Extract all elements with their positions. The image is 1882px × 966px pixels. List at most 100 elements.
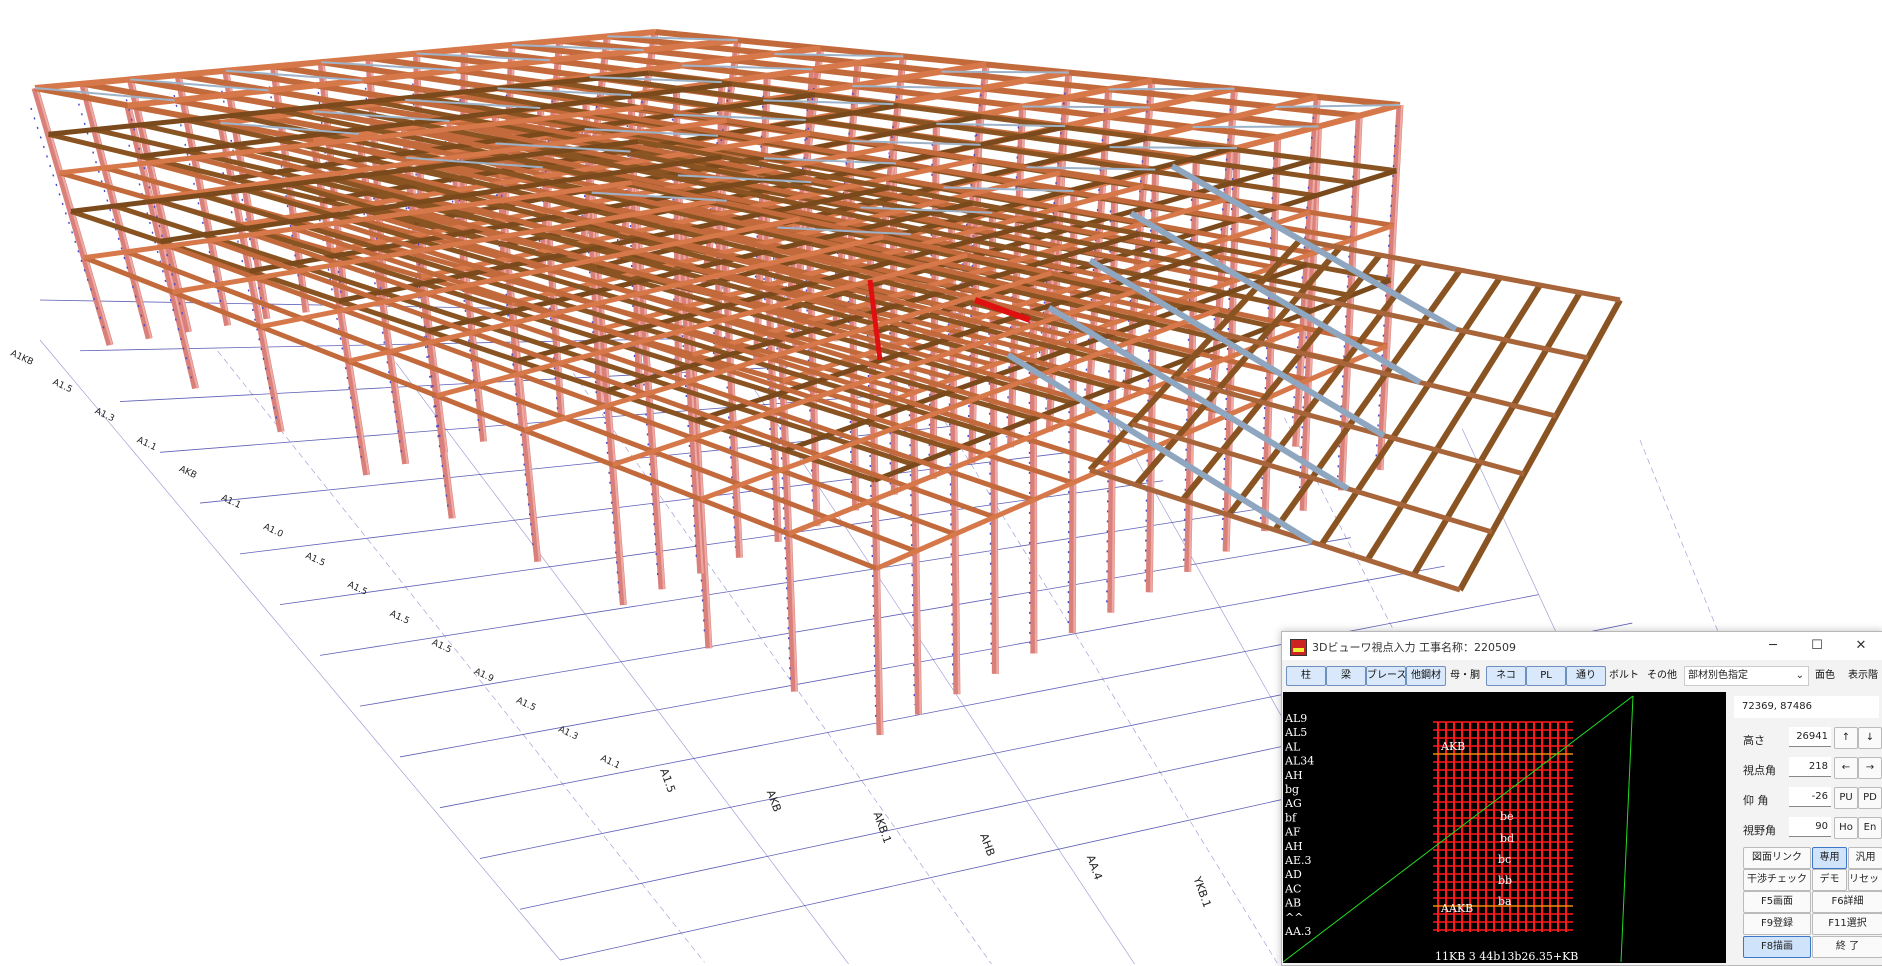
height-down-button[interactable]: ↓ <box>1858 727 1882 749</box>
ground-grid-line <box>359 537 1351 707</box>
roof-brace <box>1022 105 1150 109</box>
end-button[interactable]: En <box>1858 817 1882 839</box>
plan-view-canvas[interactable]: AL9AL5ALAL34AHbgAGbfAFAHAE.3ADACAB^^AA.3… <box>1283 692 1726 963</box>
page-down-button[interactable]: PD <box>1858 787 1882 809</box>
plan-row-label: AD <box>1284 868 1302 881</box>
grid-axis-label: A1.9 <box>472 667 495 685</box>
plan-row-label: AL <box>1284 740 1301 753</box>
height-label: 高さ <box>1743 734 1765 747</box>
f11-select-button[interactable]: F11選択 <box>1812 913 1882 935</box>
rotate-left-button[interactable]: ← <box>1834 757 1858 779</box>
f6-detail-button[interactable]: F6詳細 <box>1812 891 1882 913</box>
face-color-button[interactable]: 面色 <box>1808 666 1842 686</box>
plan-row-label: AL5 <box>1284 726 1307 739</box>
toggle-beam-button[interactable]: 梁 <box>1326 666 1366 686</box>
minimize-button[interactable]: ─ <box>1754 634 1792 658</box>
grid-axis-label: A1.5 <box>51 378 74 396</box>
demo-button[interactable]: デモ <box>1812 869 1847 891</box>
ground-grid-line <box>395 362 849 964</box>
roof-brace <box>1109 146 1237 150</box>
plan-row-label: AC <box>1284 882 1301 895</box>
f8-draw-button[interactable]: F8描画 <box>1743 936 1811 958</box>
grid-axis-label: A1.5 <box>430 638 453 656</box>
grid-axis-label: A1.5 <box>657 767 678 795</box>
viewpoint-panel: 72369, 87486 高さ 26941 ↑ ↓ 視点角 218 ← → 仰 … <box>1731 692 1882 965</box>
plan-row-label: ^^ <box>1285 911 1303 924</box>
height-up-button[interactable]: ↑ <box>1834 727 1858 749</box>
close-window-button[interactable]: ✕ <box>1842 634 1880 658</box>
grid-axis-label: AA.4 <box>1084 853 1105 882</box>
plan-row-label: AF <box>1284 826 1301 839</box>
plan-row-label: AL9 <box>1284 712 1307 725</box>
roof-brace <box>1192 125 1319 129</box>
view-frustum-edge <box>1620 695 1634 963</box>
toggle-column-button[interactable]: 柱 <box>1286 666 1326 686</box>
rotate-right-button[interactable]: → <box>1858 757 1882 779</box>
roof-brace <box>1108 87 1235 91</box>
toggle-bolt-button[interactable]: ボルト <box>1606 666 1642 686</box>
grid-axis-label: AKB.1 <box>871 810 894 845</box>
app-icon <box>1290 639 1307 656</box>
grid-axis-label: A1.0 <box>262 522 285 540</box>
plan-inner-label: bc <box>1498 853 1511 866</box>
view-angle-label: 視点角 <box>1743 764 1776 777</box>
plan-row-label: bf <box>1285 811 1297 824</box>
general-mode-button[interactable]: 汎用 <box>1848 847 1882 869</box>
toggle-plate-button[interactable]: PL <box>1526 666 1566 686</box>
coordinate-readout: 72369, 87486 <box>1734 696 1879 718</box>
elevation-input[interactable]: -26 <box>1789 787 1831 807</box>
grid-axis-label: A1.1 <box>599 754 622 772</box>
interference-check-button[interactable]: 干渉チェック <box>1743 869 1811 891</box>
color-mode-select[interactable]: 部材別色指定 ⌄ <box>1684 666 1809 686</box>
plan-footer-label: 11KB 3 44b13b26.35+KB <box>1435 950 1578 963</box>
window-title: 3Dビューワ視点入力 工事名称：220509 <box>1312 641 1516 654</box>
view-angle-input[interactable]: 218 <box>1789 757 1831 777</box>
steel-structure-model <box>30 29 1623 736</box>
window-titlebar: 3Dビューワ視点入力 工事名称：220509 ─ ☐ ✕ <box>1282 632 1882 660</box>
dedicated-mode-button[interactable]: 専用 <box>1812 847 1847 869</box>
maximize-button[interactable]: ☐ <box>1798 634 1836 658</box>
home-button[interactable]: Ho <box>1834 817 1858 839</box>
toggle-other-steel-button[interactable]: 他鋼材 <box>1406 666 1446 686</box>
plan-row-label: AA.3 <box>1284 925 1311 938</box>
display-floor-button[interactable]: 表示階 <box>1842 666 1882 686</box>
toggle-neko-button[interactable]: ネコ <box>1486 666 1526 686</box>
elevation-label: 仰 角 <box>1743 794 1769 807</box>
page-up-button[interactable]: PU <box>1834 787 1858 809</box>
plan-inner-label: bb <box>1498 874 1512 887</box>
plan-row-label: AE.3 <box>1284 854 1311 867</box>
plan-row-label: AB <box>1284 897 1301 910</box>
reset-button[interactable]: リセット <box>1848 869 1882 891</box>
canopy-beam <box>1457 298 1623 592</box>
plan-inner-label: bd <box>1500 832 1514 845</box>
drawing-link-button[interactable]: 図面リンク <box>1743 847 1811 869</box>
grid-axis-label: AHB <box>977 832 997 858</box>
roof-brace <box>941 70 1069 74</box>
plan-inner-label: be <box>1500 810 1514 823</box>
member-toolbar: 柱 梁 ブレース 他鋼材 母・胴 ネコ PL 通り ボルト その他 部材別色指定… <box>1284 663 1882 689</box>
toggle-purlin-girt-button[interactable]: 母・胴 <box>1446 666 1484 686</box>
ground-grid-line <box>199 423 976 504</box>
height-input[interactable]: 26941 <box>1789 727 1831 747</box>
fov-input[interactable]: 90 <box>1789 817 1831 837</box>
plan-inner-label: AAKB <box>1440 902 1473 915</box>
color-mode-value: 部材別色指定 <box>1688 670 1748 681</box>
steel-column <box>31 87 114 346</box>
toggle-brace-button[interactable]: ブレース <box>1366 666 1406 686</box>
f5-screen-button[interactable]: F5画面 <box>1743 891 1811 913</box>
f9-register-button[interactable]: F9登録 <box>1743 913 1811 935</box>
grid-axis-label: A1.1 <box>135 435 158 453</box>
grid-axis-label: A1KB <box>9 349 35 368</box>
plan-row-label: AH <box>1284 769 1303 782</box>
toggle-grid-button[interactable]: 通り <box>1566 666 1606 686</box>
plan-row-label: AG <box>1284 797 1302 810</box>
exit-button[interactable]: 終 了 <box>1812 936 1882 958</box>
grid-axis-label: A1.5 <box>304 551 327 569</box>
fov-label: 視野角 <box>1743 824 1776 837</box>
toggle-other-button[interactable]: その他 <box>1642 666 1682 686</box>
3d-viewer-window: 3Dビューワ視点入力 工事名称：220509 ─ ☐ ✕ 柱 梁 ブレース 他鋼… <box>1281 631 1882 966</box>
grid-axis-label: A1.5 <box>514 696 537 714</box>
canopy-beam <box>1411 290 1583 577</box>
grid-axis-label: YKB.1 <box>1190 874 1213 909</box>
plan-row-label: AH <box>1284 840 1303 853</box>
